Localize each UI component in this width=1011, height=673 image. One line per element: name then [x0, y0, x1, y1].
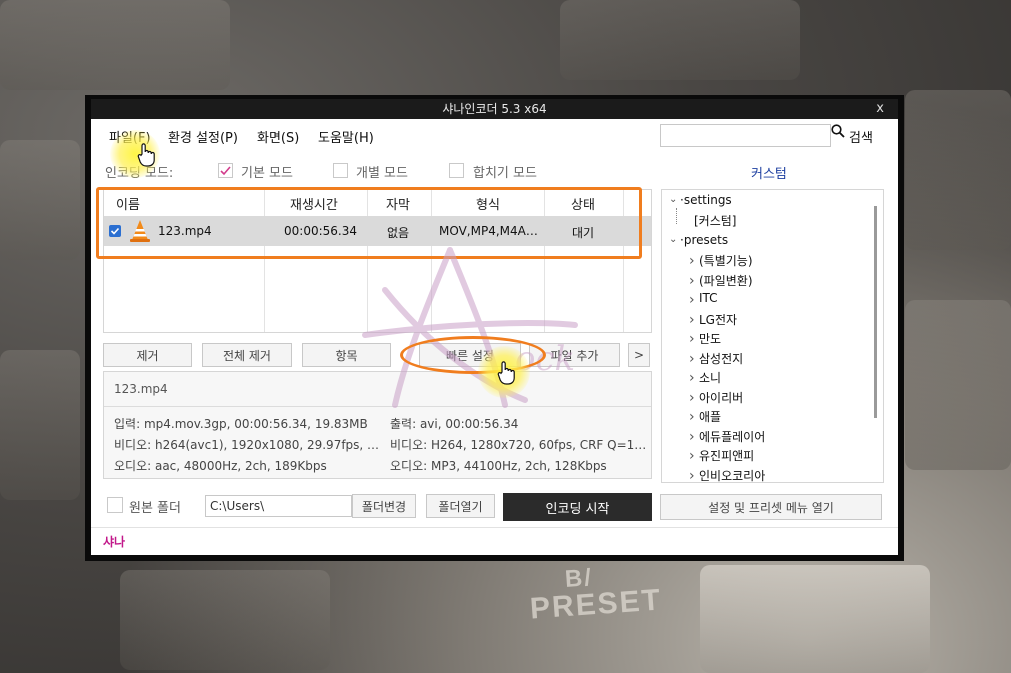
chevron-down-icon[interactable]: ⌄	[669, 234, 677, 245]
individual-mode-checkbox[interactable]	[333, 163, 348, 178]
info-filename: 123.mp4	[114, 382, 168, 396]
highlight-box	[96, 187, 642, 259]
background-key	[0, 350, 80, 500]
merge-mode-label[interactable]: 합치기 모드	[473, 162, 537, 181]
basic-mode-label[interactable]: 기본 모드	[241, 162, 293, 181]
search-button[interactable]: 검색	[849, 127, 873, 146]
title-bar: 샤나인코더 5.3 x64 x	[91, 99, 898, 119]
chevron-right-icon[interactable]: ›	[689, 253, 695, 269]
source-folder-checkbox[interactable]	[107, 497, 123, 513]
basic-mode-checkbox[interactable]	[218, 163, 233, 178]
tree-node-preset[interactable]: 유진피앤피	[699, 447, 754, 464]
search-icon[interactable]	[831, 124, 845, 138]
background-key	[905, 90, 1011, 250]
tree-node-preset[interactable]: 애플	[699, 408, 721, 425]
chevron-right-icon[interactable]: ›	[689, 312, 695, 328]
individual-mode-label[interactable]: 개별 모드	[356, 162, 408, 181]
tree-node-preset[interactable]: 인비오코리아	[699, 467, 765, 483]
chevron-down-icon[interactable]: ⌄	[669, 194, 677, 205]
background-key	[0, 0, 230, 90]
source-folder-label[interactable]: 원본 폴더	[129, 497, 181, 516]
chevron-right-icon[interactable]: ›	[689, 448, 695, 464]
window-title: 샤나인코더 5.3 x64	[442, 102, 547, 116]
info-input-video: 비디오: h264(avc1), 1920x1080, 29.97fps, …	[114, 438, 380, 452]
info-output-audio: 오디오: MP3, 44100Hz, 2ch, 128Kbps	[390, 459, 607, 473]
chevron-right-icon[interactable]: ›	[689, 468, 695, 483]
tree-node-preset[interactable]: 아이리버	[699, 389, 743, 406]
tree-node-custom[interactable]: [커스텀]	[694, 212, 736, 229]
tree-node-preset[interactable]: (특별기능)	[699, 252, 753, 269]
check-icon	[220, 166, 231, 176]
open-preset-menu-button[interactable]: 설정 및 프리셋 메뉴 열기	[660, 494, 882, 520]
chevron-right-icon[interactable]: ›	[689, 351, 695, 367]
search-input[interactable]	[660, 124, 831, 147]
tree-node-settings[interactable]: ·settings	[680, 193, 732, 207]
chevron-right-icon[interactable]: ›	[689, 409, 695, 425]
remove-button[interactable]: 제거	[103, 343, 192, 367]
preset-tree[interactable]: ⌄ ·settings [커스텀] ⌄ ·presets › (특별기능) › (파일…	[661, 189, 884, 483]
scrollbar[interactable]	[874, 206, 877, 418]
tree-node-preset[interactable]: 에듀플레이어	[699, 428, 765, 445]
tree-node-preset[interactable]: 삼성전지	[699, 350, 743, 367]
divider	[91, 527, 898, 528]
more-button[interactable]: >	[628, 343, 650, 367]
status-text: 샤나	[103, 535, 126, 549]
background-key-text: PRESET	[528, 583, 663, 626]
change-folder-button[interactable]: 폴더변경	[352, 494, 416, 518]
background-key	[560, 0, 800, 80]
chevron-right-icon[interactable]: ›	[689, 390, 695, 406]
tree-node-presets[interactable]: ·presets	[680, 233, 728, 247]
info-output-video: 비디오: H264, 1280x720, 60fps, CRF Q=1…	[390, 438, 647, 452]
remove-all-button[interactable]: 전체 제거	[202, 343, 292, 367]
tree-guide	[676, 208, 678, 224]
start-encoding-button[interactable]: 인코딩 시작	[503, 493, 652, 521]
tree-node-preset[interactable]: 소니	[699, 369, 721, 386]
menu-bar: 파일(F) 환경 설정(P) 화면(S) 도움말(H) 검색	[91, 119, 898, 149]
chevron-right-icon[interactable]: ›	[689, 370, 695, 386]
background-key	[905, 300, 1011, 470]
tree-node-preset[interactable]: LG전자	[699, 311, 737, 328]
info-output: 출력: avi, 00:00:56.34	[390, 417, 519, 431]
tree-node-preset[interactable]: 만도	[699, 330, 721, 347]
app-window: 샤나인코더 5.3 x64 x 파일(F) 환경 설정(P) 화면(S) 도움말…	[85, 95, 904, 561]
tree-node-preset[interactable]: (파일변환)	[699, 272, 753, 289]
chevron-right-icon[interactable]: ›	[689, 331, 695, 347]
encoding-mode-row: 인코딩 모드: 기본 모드 개별 모드 합치기 모드	[91, 157, 651, 183]
background-key	[700, 565, 930, 673]
close-button[interactable]: x	[876, 99, 884, 119]
tree-node-preset[interactable]: ITC	[699, 291, 718, 305]
background-key	[0, 140, 80, 260]
merge-mode-checkbox[interactable]	[449, 163, 464, 178]
info-input: 입력: mp4.mov.3gp, 00:00:56.34, 19.83MB	[114, 417, 368, 431]
items-button[interactable]: 항목	[302, 343, 391, 367]
menu-help[interactable]: 도움말(H)	[318, 127, 374, 146]
menu-view[interactable]: 화면(S)	[257, 127, 299, 146]
background-key	[120, 570, 330, 670]
chevron-right-icon[interactable]: ›	[689, 273, 695, 289]
custom-link[interactable]: 커스텀	[751, 163, 787, 182]
chevron-right-icon[interactable]: ›	[689, 292, 695, 308]
chevron-right-icon[interactable]: ›	[689, 429, 695, 445]
open-folder-button[interactable]: 폴더열기	[426, 494, 495, 518]
divider	[104, 406, 651, 407]
info-input-audio: 오디오: aac, 48000Hz, 2ch, 189Kbps	[114, 459, 327, 473]
file-info-panel: 123.mp4 입력: mp4.mov.3gp, 00:00:56.34, 19…	[103, 371, 652, 479]
menu-settings[interactable]: 환경 설정(P)	[168, 127, 238, 146]
hand-cursor-icon	[497, 361, 515, 385]
output-path-input[interactable]	[205, 495, 352, 517]
hand-cursor-icon	[137, 143, 155, 167]
